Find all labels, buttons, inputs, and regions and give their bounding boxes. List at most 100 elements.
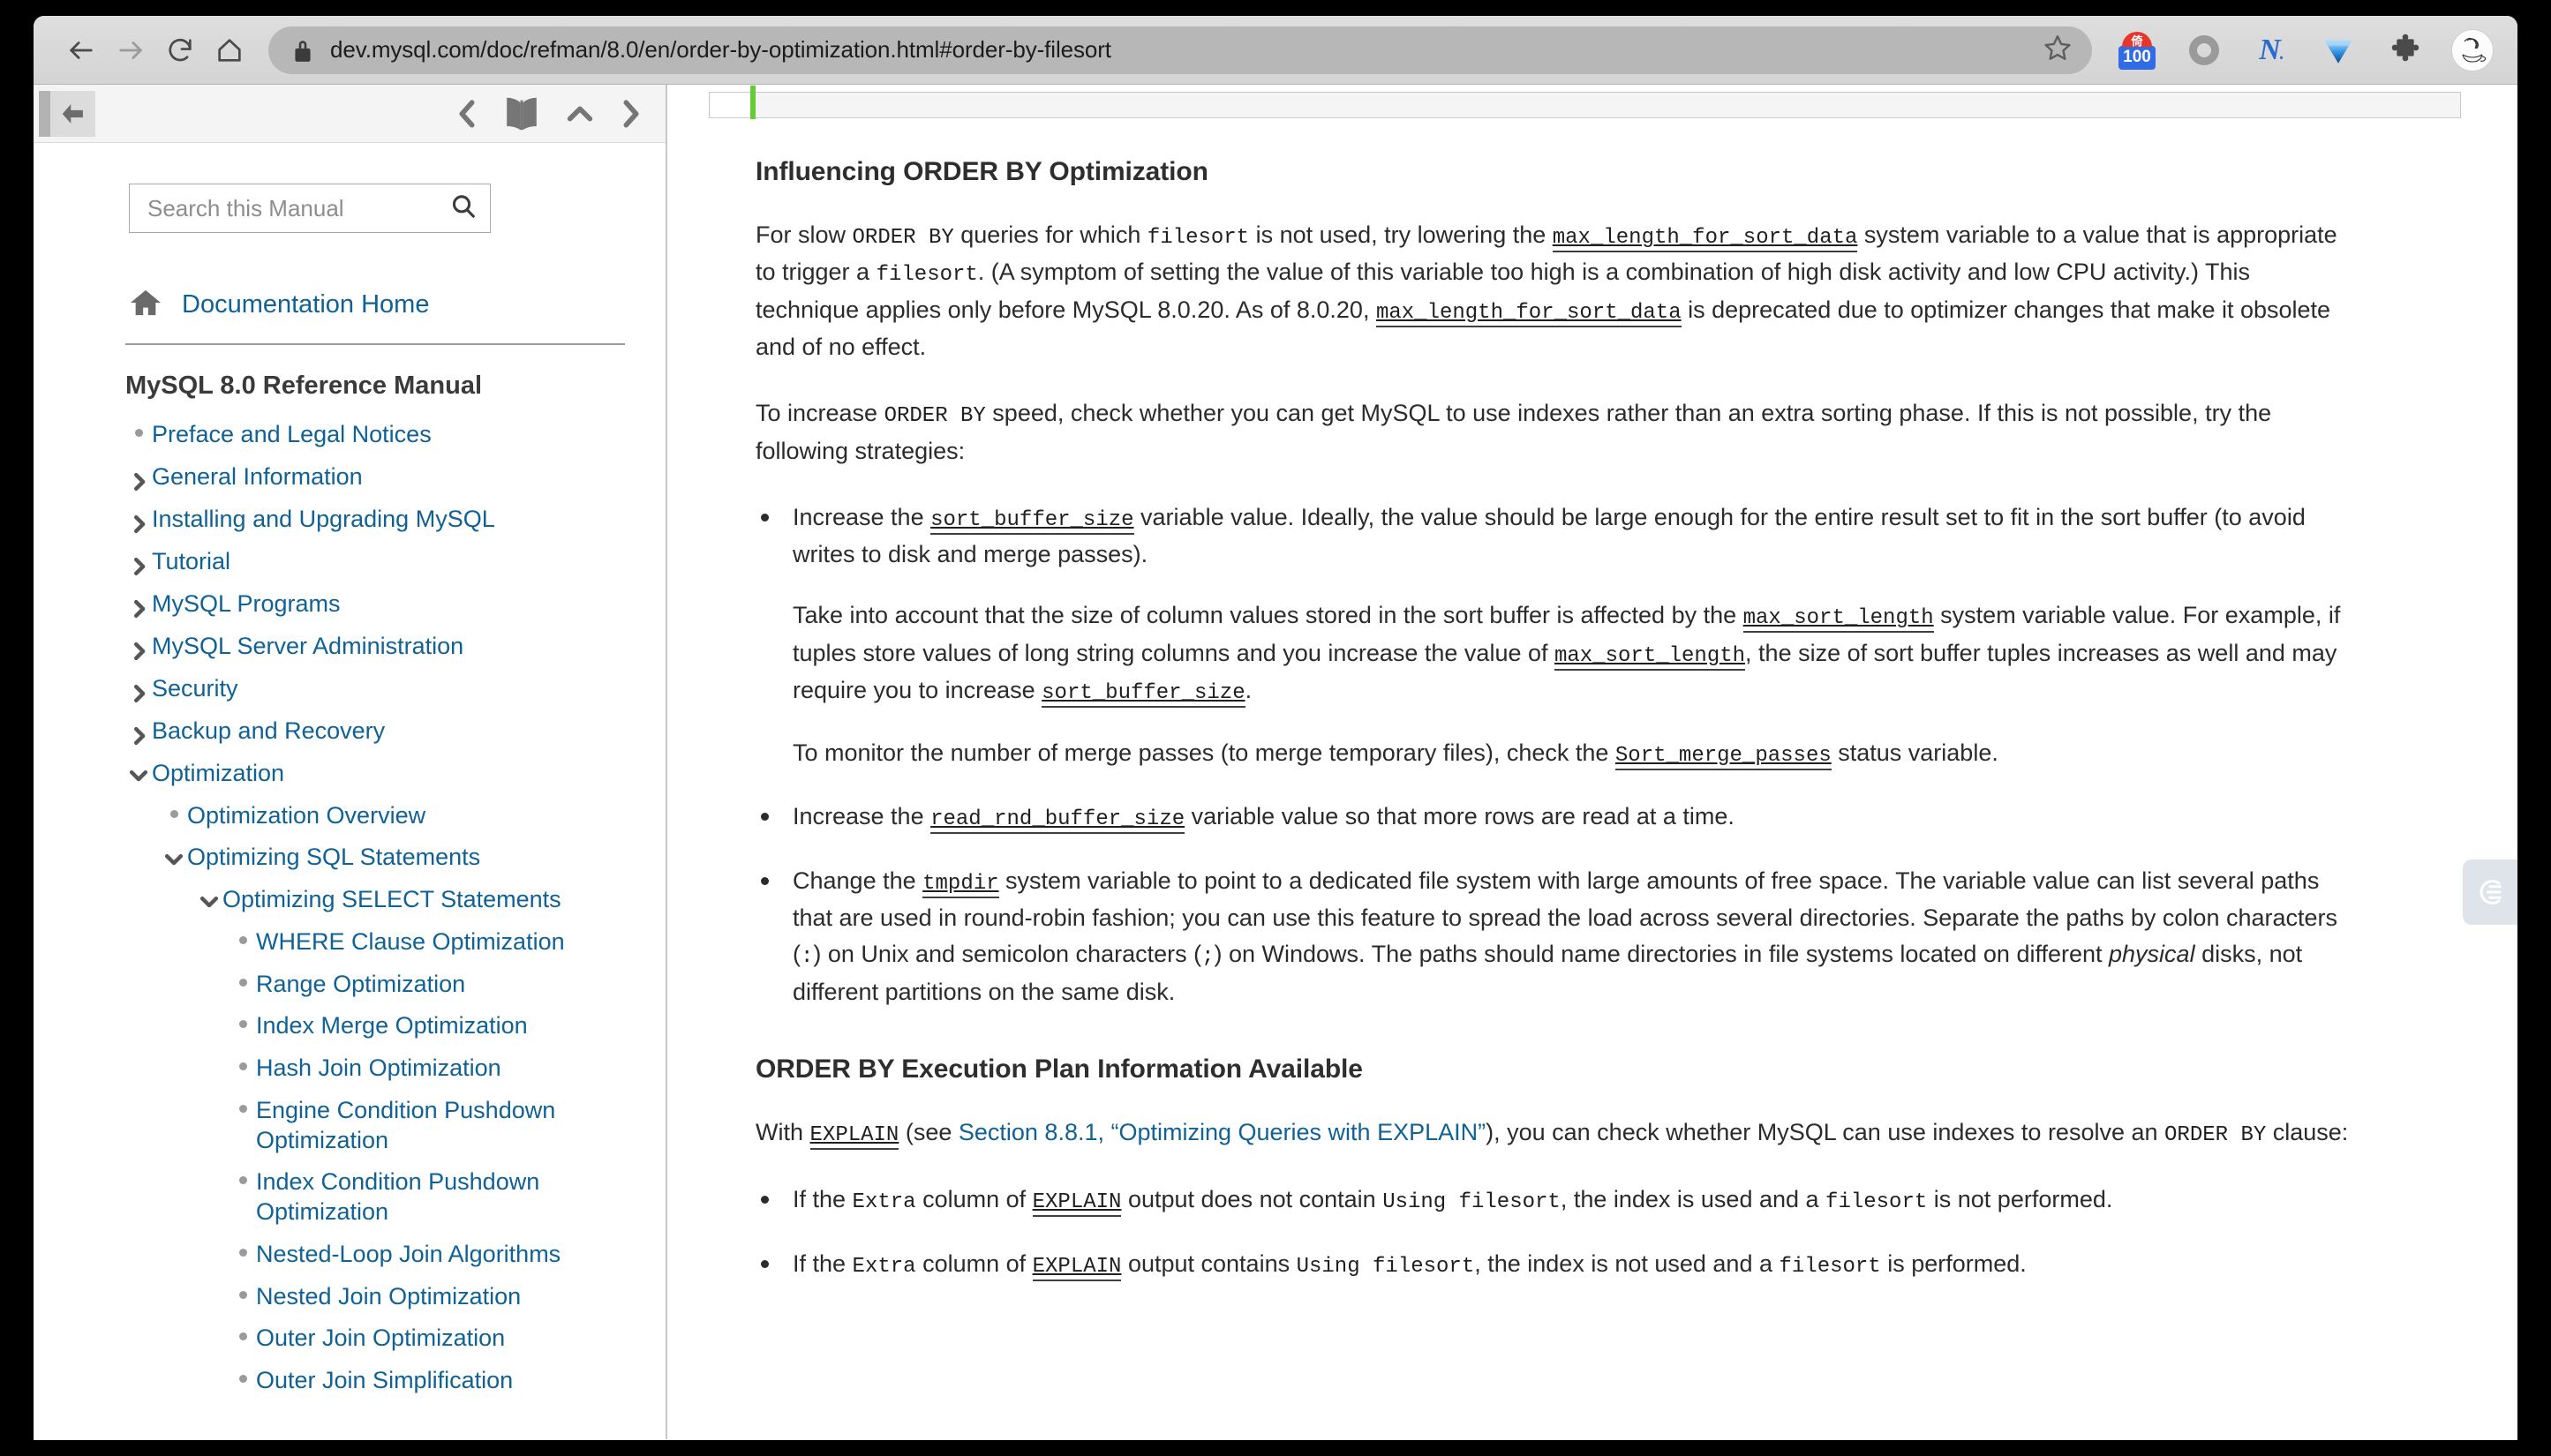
sidebar-item-mysql-server-administration[interactable]: MySQL Server Administration xyxy=(125,632,666,662)
text-run: Take into account that the size of colum… xyxy=(793,602,1743,629)
sidebar-item-backup-and-recovery[interactable]: Backup and Recovery xyxy=(125,717,666,747)
documentation-home-link[interactable]: Documentation Home xyxy=(182,290,429,319)
profile-avatar[interactable] xyxy=(2450,28,2495,72)
sidebar-item-tutorial[interactable]: Tutorial xyxy=(125,547,666,577)
sidebar-item-where-clause-optimization[interactable]: WHERE Clause Optimization xyxy=(230,927,666,957)
code-extra: Extra xyxy=(852,1190,916,1215)
sidebar-item-optimizing-select-statements[interactable]: Optimizing SELECT Statements xyxy=(196,885,666,915)
bullet-sort-merge-passes: To monitor the number of merge passes (t… xyxy=(793,735,2352,772)
collapse-sidebar-button[interactable] xyxy=(39,90,95,137)
sidebar-item-nested-join-optimization[interactable]: Nested Join Optimization xyxy=(230,1282,666,1312)
sidebar-item-security[interactable]: Security xyxy=(125,674,666,704)
varlink-tmpdir[interactable]: tmpdir xyxy=(922,871,999,898)
search-input[interactable] xyxy=(146,193,449,223)
documentation-home-row[interactable]: Documentation Home xyxy=(34,288,666,322)
sidebar-item-label: Engine Condition Pushdown Optimization xyxy=(256,1096,556,1153)
bookmark-star-icon[interactable] xyxy=(2043,33,2073,67)
back-button[interactable] xyxy=(56,26,106,75)
code-using-filesort: Using filesort xyxy=(1382,1190,1561,1215)
varlink-sort-buffer-size[interactable]: sort_buffer_size xyxy=(1042,681,1245,709)
bullet-dot-icon xyxy=(125,420,152,437)
sidebar-item-nested-loop-join-algorithms[interactable]: Nested-Loop Join Algorithms xyxy=(230,1240,666,1270)
chevron-right-icon[interactable] xyxy=(125,505,152,535)
badge-count: 100 xyxy=(2118,45,2156,70)
chevron-down-icon[interactable] xyxy=(196,885,222,909)
chevron-right-icon[interactable] xyxy=(125,674,152,704)
varlink-explain[interactable]: EXPLAIN xyxy=(809,1122,899,1150)
sidebar-item-label: Tutorial xyxy=(152,547,231,574)
badge-100-extension-icon[interactable]: 倚 100 xyxy=(2115,28,2159,72)
sidebar-item-optimizing-sql-statements[interactable]: Optimizing SQL Statements xyxy=(161,843,666,873)
up-chevron-icon[interactable] xyxy=(565,102,595,125)
varlink-explain[interactable]: EXPLAIN xyxy=(1032,1190,1122,1218)
sidebar-item-label: Outer Join Simplification xyxy=(256,1367,514,1393)
varlink-max-length-for-sort-data[interactable]: max_length_for_sort_data xyxy=(1552,226,1858,252)
text-run: If the xyxy=(793,1250,853,1277)
varlink-explain[interactable]: EXPLAIN xyxy=(1032,1254,1122,1281)
next-chevron-icon[interactable] xyxy=(620,99,643,129)
chevron-right-icon[interactable] xyxy=(125,462,152,492)
reload-button[interactable] xyxy=(155,26,205,75)
chevron-right-icon[interactable] xyxy=(125,632,152,662)
chevron-right-icon[interactable] xyxy=(125,717,152,747)
ring-extension-icon[interactable] xyxy=(2182,28,2226,72)
text-run: With xyxy=(756,1118,810,1145)
emphasis-physical: physical xyxy=(2109,941,2195,968)
puzzle-extensions-icon[interactable] xyxy=(2383,28,2427,72)
book-icon[interactable] xyxy=(503,96,540,131)
sidebar-body: Documentation Home MySQL 8.0 Reference M… xyxy=(34,143,666,1439)
clipper-icon xyxy=(2480,880,2502,904)
diamond-extension-icon[interactable] xyxy=(2316,28,2360,72)
sidebar-item-label: Backup and Recovery xyxy=(152,717,386,744)
varlink-sort-buffer-size[interactable]: sort_buffer_size xyxy=(930,507,1134,535)
home-button[interactable] xyxy=(205,26,254,75)
code-extra: Extra xyxy=(852,1254,916,1279)
sidebar-item-index-merge-optimization[interactable]: Index Merge Optimization xyxy=(230,1011,666,1041)
sidebar-item-general-information[interactable]: General Information xyxy=(125,462,666,492)
bullet-dot-icon xyxy=(230,1282,256,1299)
text-run: To monitor the number of merge passes (t… xyxy=(793,739,1615,766)
text-run: If the xyxy=(793,1186,853,1213)
chevron-right-icon[interactable] xyxy=(125,547,152,577)
search-box[interactable] xyxy=(129,184,491,233)
forward-button[interactable] xyxy=(106,26,155,75)
sidebar-item-range-optimization[interactable]: Range Optimization xyxy=(230,970,666,1000)
sidebar-item-outer-join-simplification[interactable]: Outer Join Simplification xyxy=(230,1366,666,1396)
search-icon[interactable] xyxy=(449,192,478,225)
chevron-right-icon[interactable] xyxy=(125,589,152,619)
varlink-max-sort-length[interactable]: max_sort_length xyxy=(1742,606,1934,634)
sidebar-item-hash-join-optimization[interactable]: Hash Join Optimization xyxy=(230,1054,666,1084)
chevron-down-icon[interactable] xyxy=(125,759,152,783)
sidebar-item-index-condition-pushdown-optimization[interactable]: Index Condition Pushdown Optimization xyxy=(230,1167,666,1227)
sidebar-item-engine-condition-pushdown-optimization[interactable]: Engine Condition Pushdown Optimization xyxy=(230,1096,666,1156)
varlink-sort-merge-passes[interactable]: Sort_merge_passes xyxy=(1614,743,1832,770)
manual-nav-tree: Preface and Legal Notices General Informa… xyxy=(34,420,666,1396)
code-filesort: filesort xyxy=(1825,1190,1928,1215)
paragraph-influencing-order-by: For slow ORDER BY queries for which file… xyxy=(756,217,2352,365)
varlink-max-length-for-sort-data[interactable]: max_length_for_sort_data xyxy=(1375,300,1682,327)
page-viewport: Documentation Home MySQL 8.0 Reference M… xyxy=(34,85,2517,1439)
sidebar-item-mysql-programs[interactable]: MySQL Programs xyxy=(125,589,666,619)
chevron-down-icon[interactable] xyxy=(161,843,187,867)
sidebar-item-installing-and-upgrading-mysql[interactable]: Installing and Upgrading MySQL xyxy=(125,505,666,535)
link-section-8-8-1[interactable]: Section 8.8.1, “Optimizing Queries with … xyxy=(959,1119,1486,1145)
sidebar-item-optimization-overview[interactable]: Optimization Overview xyxy=(161,801,666,831)
sidebar-item-outer-join-optimization[interactable]: Outer Join Optimization xyxy=(230,1324,666,1354)
bullet-extra-no-filesort: If the Extra column of EXPLAIN output do… xyxy=(793,1182,2352,1219)
bullet-dot-icon xyxy=(230,1011,256,1028)
sidebar-item-preface-and-legal-notices[interactable]: Preface and Legal Notices xyxy=(125,420,666,450)
code-order-by: ORDER BY xyxy=(2164,1122,2267,1147)
text-run: To increase xyxy=(756,400,884,427)
varlink-read-rnd-buffer-size[interactable]: read_rnd_buffer_size xyxy=(930,807,1185,835)
bullet-read-rnd-buffer-size: Increase the read_rnd_buffer_size variab… xyxy=(793,799,2352,836)
web-clipper-tab[interactable] xyxy=(2463,859,2517,925)
manual-sidebar: Documentation Home MySQL 8.0 Reference M… xyxy=(34,85,667,1439)
text-run: is not performed. xyxy=(1927,1186,2113,1213)
address-bar[interactable]: dev.mysql.com/doc/refman/8.0/en/order-by… xyxy=(268,26,2092,74)
n-extension-icon[interactable]: N. xyxy=(2249,28,2293,72)
sidebar-item-optimization[interactable]: Optimization xyxy=(125,759,666,789)
sidebar-item-label: MySQL Server Administration xyxy=(152,632,464,659)
varlink-max-sort-length[interactable]: max_sort_length xyxy=(1554,643,1746,671)
prev-chevron-icon[interactable] xyxy=(455,99,478,129)
section-heading-execution-plan: ORDER BY Execution Plan Information Avai… xyxy=(756,1054,1363,1084)
